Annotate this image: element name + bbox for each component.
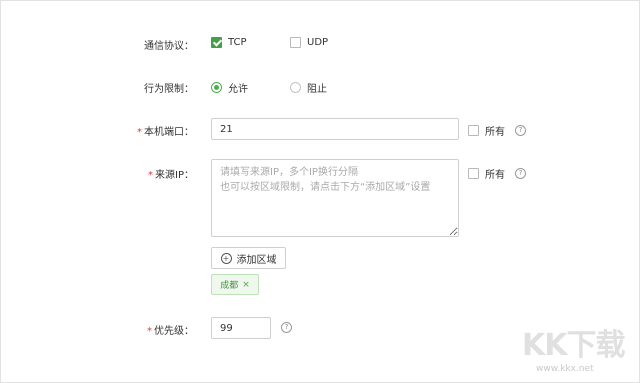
priority-label-text: 优先级：	[154, 326, 194, 337]
required-mark: *	[147, 326, 152, 337]
add-region-label: 添加区域	[236, 254, 277, 266]
checkbox-unchecked-icon	[468, 125, 479, 136]
radio-selected-icon	[211, 82, 222, 93]
region-tag-label: 成都	[220, 281, 239, 291]
source-ip-all-label: 所有	[485, 170, 505, 181]
block-radio[interactable]: 阻止	[290, 80, 327, 95]
tcp-checkbox[interactable]: TCP	[211, 37, 247, 48]
checkbox-unchecked-icon	[290, 37, 301, 48]
add-region-button[interactable]: + 添加区域	[211, 247, 286, 269]
block-label: 阻止	[307, 84, 327, 95]
source-ip-textarea[interactable]	[211, 159, 459, 237]
source-ip-label-text: 来源IP：	[155, 170, 194, 181]
help-icon[interactable]: ?	[515, 168, 526, 179]
required-mark: *	[148, 170, 154, 181]
behavior-label: 行为限制：	[144, 84, 194, 95]
local-port-all-label: 所有	[485, 127, 505, 138]
priority-input[interactable]	[211, 317, 271, 339]
watermark-logo-text: KK下载	[522, 328, 626, 363]
help-icon[interactable]: ?	[515, 125, 526, 136]
protocol-label: 通信协议：	[144, 41, 194, 52]
local-port-all-checkbox[interactable]: 所有 ?	[468, 123, 526, 138]
source-ip-label: * 来源IP：	[148, 166, 194, 181]
priority-help: ?	[271, 322, 292, 333]
checkbox-checked-icon	[211, 37, 222, 48]
help-icon[interactable]: ?	[281, 322, 292, 333]
watermark-logo: KK下载 www.kkx.net	[522, 329, 634, 381]
allow-radio[interactable]: 允许	[211, 80, 248, 95]
allow-label: 允许	[228, 84, 248, 95]
local-port-label: * 本机端口：	[137, 123, 194, 138]
watermark-url: www.kkx.net	[536, 364, 594, 374]
plus-circle-icon: +	[220, 252, 232, 264]
required-mark: *	[137, 127, 142, 138]
source-ip-all-checkbox[interactable]: 所有 ?	[468, 166, 526, 181]
local-port-label-text: 本机端口：	[144, 127, 194, 138]
radio-unselected-icon	[290, 82, 301, 93]
local-port-input[interactable]	[211, 118, 459, 140]
remove-tag-icon[interactable]: ×	[242, 280, 250, 290]
tcp-label: TCP	[228, 37, 247, 48]
checkbox-unchecked-icon	[468, 168, 479, 179]
priority-label: * 优先级：	[147, 322, 194, 337]
udp-checkbox[interactable]: UDP	[290, 37, 328, 48]
udp-label: UDP	[307, 37, 329, 48]
region-tag: 成都 ×	[211, 274, 259, 295]
